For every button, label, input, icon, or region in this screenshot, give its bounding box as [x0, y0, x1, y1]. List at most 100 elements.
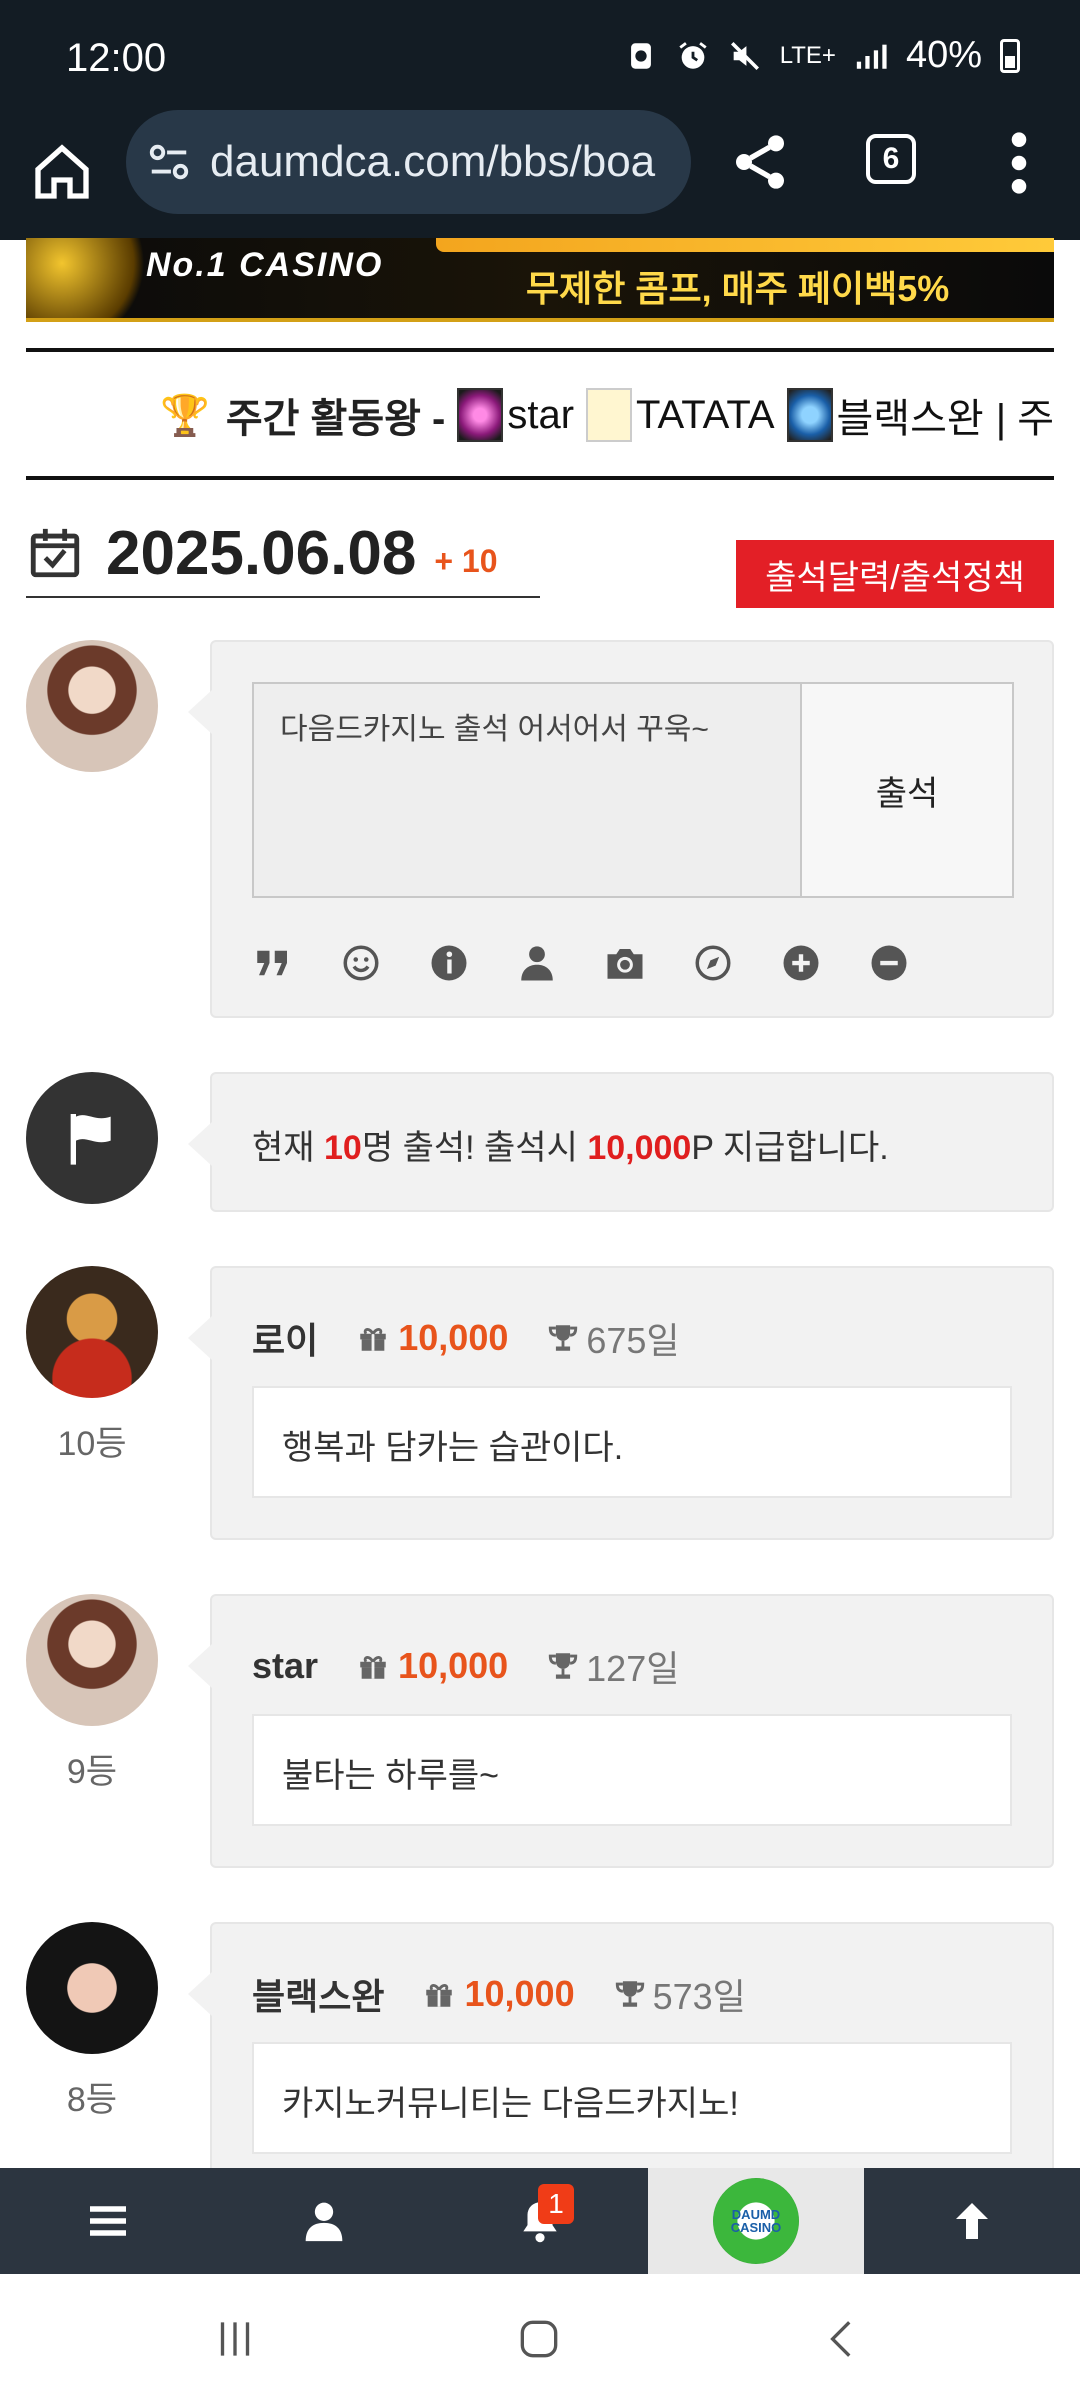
menu-button[interactable] [0, 2168, 216, 2274]
attendance-date-header: 2025.06.08 + 10 [26, 510, 540, 598]
editor-toolbar [252, 942, 910, 984]
battery-icon [1000, 38, 1020, 73]
user-icon [305, 2202, 343, 2242]
scroll-top-button[interactable] [864, 2168, 1080, 2274]
user-icon[interactable] [516, 942, 558, 984]
weekly-user-2[interactable]: TATATA [636, 393, 775, 438]
post-message: 카지노커뮤니티는 다음드카지노! [252, 2042, 1012, 2154]
banner-strip [436, 238, 1054, 252]
quote-icon[interactable] [252, 942, 294, 984]
weekly-user-1[interactable]: star [507, 393, 574, 438]
status-icons: LTE+ 40% [624, 34, 1020, 77]
emoji-icon[interactable] [340, 942, 382, 984]
flag-avatar [26, 1072, 158, 1204]
post-message: 행복과 담카는 습관이다. [252, 1386, 1012, 1498]
info-icon[interactable] [428, 942, 470, 984]
trophy-icon: 🏆 [160, 393, 210, 438]
attendance-notice-card: 현재 10명 출석! 출석시 10,000P 지급합니다. [188, 1072, 1054, 1212]
attendance-post: 블랙스완 10,000 573일 카지노커뮤니티는 다음드카지노! [188, 1922, 1054, 2196]
calendar-check-icon [30, 528, 80, 578]
gift-icon [426, 1984, 453, 2007]
post-author[interactable]: star [252, 1645, 318, 1687]
compose-card: 다음드카지노 출석 어서어서 꾸욱~ 출석 [188, 640, 1054, 1018]
level-badge-icon [457, 388, 504, 442]
attendance-rank: 9등 [66, 1753, 118, 1791]
tab-switcher-button[interactable]: 6 [866, 134, 916, 184]
post-author[interactable]: 로이 [252, 1312, 318, 1364]
weekly-user-3[interactable]: 블랙스완 [837, 386, 984, 444]
daumd-casino-logo: DAUMD CASINO [713, 2178, 799, 2264]
flag-icon [70, 1114, 111, 1165]
notice-prefix: 현재 [252, 1129, 325, 1167]
address-bar[interactable]: daumdca.com/bbs/boa [126, 110, 691, 214]
trophy-icon [548, 1653, 578, 1679]
casino-banner[interactable]: No.1 CASINO 무제한 콤프, 매주 페이백5% [26, 238, 1054, 322]
attendance-date: 2025.06.08 [106, 518, 417, 588]
post-meta: 로이 10,000 675일 [252, 1312, 680, 1364]
post-points: 10,000 [464, 1973, 575, 2014]
notice-suffix: P 지급합니다. [691, 1129, 889, 1167]
compass-icon[interactable] [692, 942, 734, 984]
star-badge-icon [586, 388, 633, 442]
post-streak-days: 675일 [586, 1320, 680, 1361]
plus-circle-icon[interactable] [780, 942, 822, 984]
status-time: 12:00 [66, 36, 167, 80]
attendance-notice-text: 현재 10명 출석! 출석시 10,000P 지급합니다. [252, 1120, 889, 1169]
notice-mid: 명 출석! 출석시 [361, 1129, 588, 1167]
divider [26, 476, 1054, 480]
profile-button[interactable] [216, 2168, 432, 2274]
notification-count-badge: 1 [538, 2184, 574, 2224]
arrow-up-icon [956, 2203, 988, 2239]
camera-icon[interactable] [604, 942, 646, 984]
browser-toolbar: daumdca.com/bbs/boa 6 [0, 110, 1080, 240]
battery-percent: 40% [905, 34, 982, 76]
post-streak-days: 573일 [652, 1976, 746, 2017]
site-settings-icon[interactable] [146, 139, 192, 185]
avatar [26, 640, 158, 772]
weekly-separator: | 주 [995, 397, 1054, 441]
attendance-post: 로이 10,000 675일 행복과 담카는 습관이다. [188, 1266, 1054, 1540]
alarm-icon [679, 41, 707, 69]
share-icon[interactable] [728, 130, 792, 194]
divider [26, 348, 1054, 352]
banner-left-text: No.1 CASINO [146, 246, 384, 284]
more-menu-icon[interactable] [1004, 128, 1034, 198]
post-message: 불타는 하루를~ [252, 1714, 1012, 1826]
recents-icon[interactable] [210, 2314, 260, 2364]
avatar[interactable] [26, 1594, 158, 1726]
post-meta: star 10,000 127일 [252, 1640, 679, 1692]
attendance-plus-count: + 10 [434, 542, 498, 579]
system-nav-bar [0, 2274, 1080, 2400]
back-icon[interactable] [818, 2314, 868, 2364]
diamond-badge-icon [786, 388, 833, 442]
attendance-policy-button[interactable]: 출석달력/출석정책 [736, 540, 1054, 608]
weekly-activity-ticker: 🏆 주간 활동왕 - star TATATA 블랙스완 | 주 [160, 380, 1054, 450]
attendance-rank: 8등 [66, 2081, 118, 2119]
post-points: 10,000 [398, 1645, 509, 1686]
gift-icon [360, 1328, 386, 1351]
status-bar: 12:00 LTE+ 40% [0, 0, 1080, 110]
post-points: 10,000 [398, 1317, 509, 1358]
avatar[interactable] [26, 1266, 158, 1398]
attendance-comment-input[interactable]: 다음드카지노 출석 어서어서 꾸욱~ [252, 682, 802, 898]
banner-logo-icon [26, 238, 146, 318]
signal-icon [856, 44, 887, 69]
post-author[interactable]: 블랙스완 [252, 1968, 384, 2020]
home-icon[interactable] [30, 130, 94, 214]
attendance-count: 10 [324, 1129, 362, 1167]
attendance-submit-button[interactable]: 출석 [802, 682, 1014, 898]
data-saver-icon [630, 42, 651, 69]
attendance-rank: 10등 [57, 1425, 127, 1463]
home-logo-button[interactable]: DAUMD CASINO [648, 2168, 864, 2274]
minus-circle-icon[interactable] [868, 942, 910, 984]
url-text: daumdca.com/bbs/boa [210, 137, 656, 186]
avatar[interactable] [26, 1922, 158, 2054]
weekly-title: 주간 활동왕 - [225, 397, 446, 441]
post-streak-days: 127일 [586, 1648, 680, 1689]
attendance-post: star 10,000 127일 불타는 하루를~ [188, 1594, 1054, 1868]
network-label: LTE+ [779, 41, 836, 69]
home-system-icon[interactable] [514, 2314, 564, 2364]
trophy-icon [615, 1981, 644, 2007]
mute-icon [730, 41, 759, 70]
gift-icon [360, 1656, 386, 1679]
